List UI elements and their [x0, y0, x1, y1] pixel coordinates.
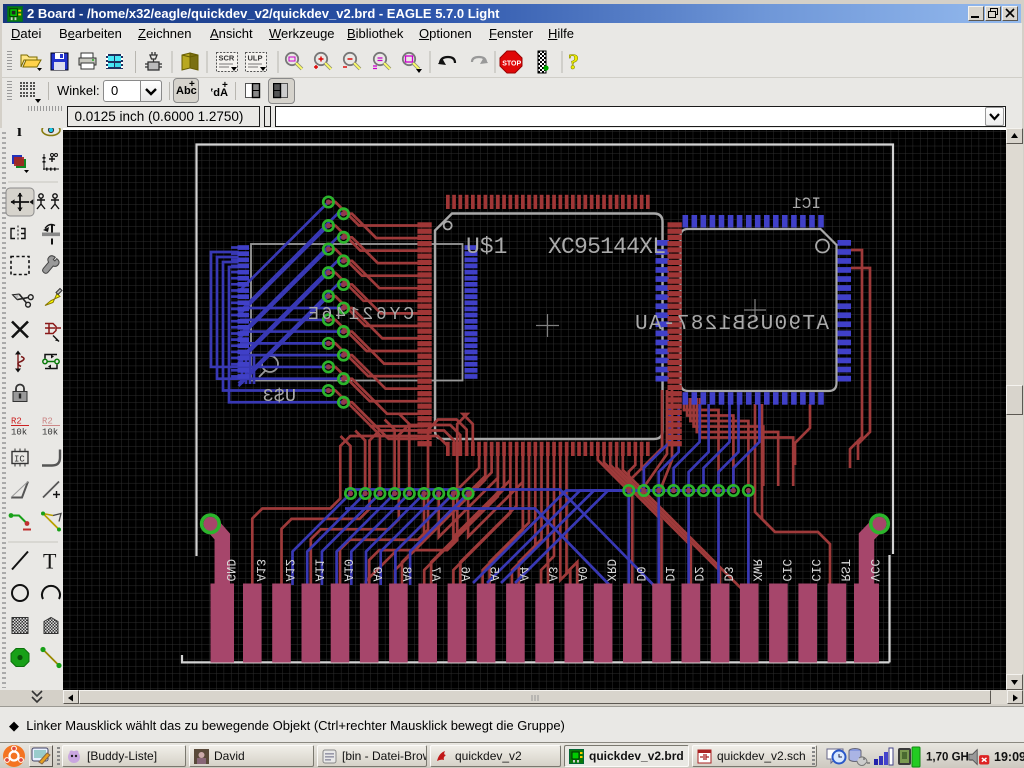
svg-text:GND: GND	[223, 559, 237, 582]
svg-text:ULP: ULP	[248, 54, 263, 63]
svg-text:IC: IC	[14, 455, 25, 465]
svg-text:SCR: SCR	[219, 54, 235, 63]
svg-text:RST: RST	[837, 558, 851, 581]
svg-text:U$3: U$3	[263, 386, 296, 407]
svg-text:XRD: XRD	[604, 559, 618, 582]
svg-text:XWR: XWR	[750, 558, 764, 581]
svg-text:+: +	[222, 80, 228, 91]
svg-text:D1: D1	[662, 566, 676, 581]
svg-text:i: i	[17, 128, 22, 140]
svg-text:CIC: CIC	[779, 559, 793, 582]
svg-text:?: ?	[568, 49, 579, 74]
svg-text:A10: A10	[341, 559, 355, 582]
svg-text:A3: A3	[545, 566, 559, 581]
svg-text:STOP: STOP	[502, 61, 521, 68]
svg-text:A9: A9	[370, 566, 384, 581]
svg-text:10k: 10k	[42, 428, 58, 438]
svg-text:VCC: VCC	[867, 559, 881, 582]
svg-text:10k: 10k	[11, 428, 27, 438]
svg-text:D2: D2	[691, 566, 705, 581]
svg-text:A5: A5	[487, 566, 501, 581]
svg-text:XC95144XL: XC95144XL	[548, 234, 666, 260]
svg-text:CIC: CIC	[808, 559, 822, 582]
svg-text:A11: A11	[311, 559, 325, 582]
svg-text:A6: A6	[457, 566, 471, 581]
svg-text:D0: D0	[633, 566, 647, 581]
svg-text:AT90USB1287-AU: AT90USB1287-AU	[635, 313, 829, 336]
svg-text:A7: A7	[428, 566, 442, 581]
svg-text:+: +	[189, 79, 195, 90]
svg-text:A4: A4	[516, 566, 530, 581]
svg-text:A13: A13	[253, 559, 267, 582]
svg-text:U$1: U$1	[466, 234, 507, 260]
svg-text:A0: A0	[574, 566, 588, 581]
svg-text:T: T	[43, 549, 57, 574]
svg-text:IC1: IC1	[792, 195, 821, 213]
svg-text:D3: D3	[721, 566, 735, 581]
svg-text:A8: A8	[399, 566, 413, 581]
svg-text:A12: A12	[282, 559, 296, 582]
